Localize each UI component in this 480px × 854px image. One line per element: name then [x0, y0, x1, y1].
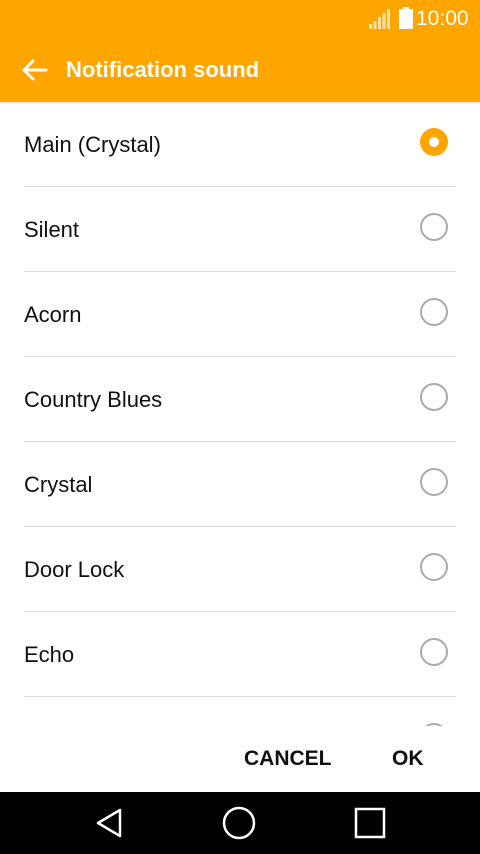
dialog-buttons: CANCEL OK [0, 726, 480, 792]
battery-full-icon [399, 7, 413, 29]
list-item-label: Acorn [24, 302, 82, 327]
list-item[interactable]: Door Lock [24, 527, 456, 612]
list-item[interactable] [24, 697, 456, 726]
arrow-left-icon [22, 59, 48, 81]
radio-button[interactable] [420, 383, 448, 411]
list-item[interactable]: Acorn [24, 272, 456, 357]
list-item[interactable]: Silent [24, 187, 456, 272]
back-button[interactable] [12, 48, 56, 92]
list-item-label: Door Lock [24, 557, 125, 582]
radio-button-checked[interactable] [420, 128, 448, 156]
screen: 10:00 Notification sound Main (Crystal) … [0, 0, 480, 854]
nav-bar [0, 792, 480, 854]
list-item[interactable]: Country Blues [24, 357, 456, 442]
list-item[interactable]: Crystal [24, 442, 456, 527]
nav-recents-button[interactable] [350, 803, 390, 843]
list-item[interactable]: Main (Crystal) [24, 102, 456, 187]
status-time: 10:00 [416, 7, 469, 30]
circle-home-icon [222, 806, 256, 840]
page-title: Notification sound [66, 57, 260, 82]
sound-list[interactable]: Main (Crystal) Silent Acorn Country Blue… [0, 102, 480, 726]
ok-button[interactable]: OK [380, 742, 436, 776]
list-item-label: Echo [24, 642, 75, 667]
nav-home-button[interactable] [219, 803, 259, 843]
app-bar: Notification sound [0, 38, 480, 102]
nav-back-button[interactable] [89, 803, 129, 843]
radio-button[interactable] [420, 468, 448, 496]
radio-button[interactable] [420, 553, 448, 581]
radio-button[interactable] [420, 298, 448, 326]
status-bar: 10:00 [0, 0, 480, 38]
app-bar-shadow [0, 102, 480, 105]
list-item-label: Crystal [24, 472, 93, 497]
triangle-back-icon [96, 808, 122, 838]
list-item-label: Silent [24, 217, 80, 242]
radio-button[interactable] [420, 213, 448, 241]
list-item-label: Main (Crystal) [24, 132, 161, 157]
radio-button[interactable] [420, 638, 448, 666]
cancel-button[interactable]: CANCEL [232, 742, 344, 776]
square-recents-icon [354, 807, 386, 839]
list-item[interactable]: Echo [24, 612, 456, 697]
list-item-label: Country Blues [24, 387, 163, 412]
signal-bars-icon [369, 9, 390, 29]
